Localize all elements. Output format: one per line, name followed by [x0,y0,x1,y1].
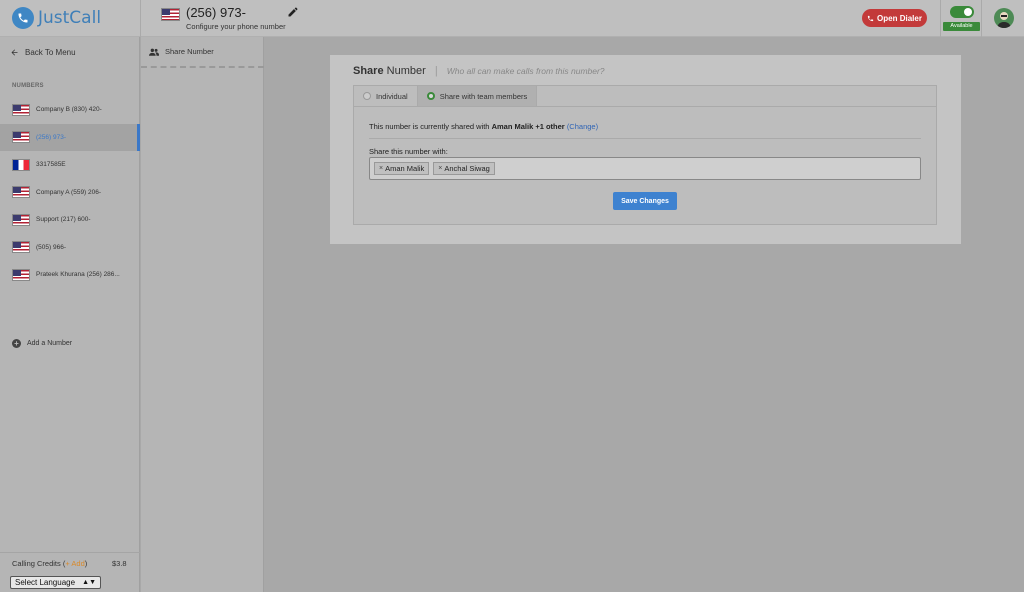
us-flag-icon [12,241,30,254]
card-title-bold: Share [353,65,384,77]
card-title: Share Number | Who all can make calls fr… [353,65,605,77]
member-tag-label: Aman Malik [385,164,425,173]
numbers-section-label: NUMBERS [12,83,44,89]
shared-with-names: Aman Malik +1 other [491,122,565,131]
share-mode-tabs: Individual Share with team members [354,86,936,107]
number-label: Company A (559) 206- [36,188,102,196]
settings-subpanel: Share Number [141,37,264,592]
tab-share-with-team[interactable]: Share with team members [416,86,538,106]
users-icon [149,48,159,56]
arrow-left-icon [11,49,18,56]
number-label: (505) 966- [36,243,66,251]
shared-text: This number is currently shared with [369,122,490,131]
add-number-label: Add a Number [27,340,73,347]
number-label: Support (217) 600- [36,216,91,224]
remove-tag-icon[interactable]: × [379,165,383,172]
numbers-list: Company B (830) 420- (256) 973- 3317585E… [0,96,140,289]
plus-circle-icon: + [12,339,21,348]
card-hint: Who all can make calls from this number? [446,66,605,76]
availability-status: Available [940,0,982,37]
us-flag-icon [12,131,30,144]
us-flag-icon [12,103,30,116]
logo[interactable]: JustCall [12,7,101,29]
tab-share-with-team-label: Share with team members [439,91,528,101]
number-label: 3317585E [36,161,66,169]
credits-label: Calling Credits [12,559,61,568]
back-to-menu-link[interactable]: Back To Menu [10,48,76,57]
change-link[interactable]: (Change) [567,122,598,131]
number-item[interactable]: Prateek Khurana (256) 286... [0,261,140,289]
add-credits-link[interactable]: + Add [65,559,84,568]
open-dialer-button[interactable]: Open Dialer [862,9,927,27]
remove-tag-icon[interactable]: × [438,165,442,172]
us-flag-icon [161,8,180,21]
shared-info-text: This number is currently shared with Ama… [369,122,598,131]
sidebar: Back To Menu NUMBERS Company B (830) 420… [0,37,140,592]
tab-individual[interactable]: Individual [354,86,417,106]
phone-icon [867,15,874,21]
back-to-menu-label: Back To Menu [25,48,76,57]
france-flag-icon [12,158,30,171]
language-select-value: Select Language [15,578,76,587]
radio-individual[interactable] [363,92,371,100]
share-number-card: Share Number | Who all can make calls fr… [330,55,961,244]
divider [140,0,141,37]
edit-pencil-icon[interactable] [287,6,299,18]
member-tag-label: Anchal Siwag [444,164,490,173]
select-arrows-icon: ▲▼ [82,579,96,586]
availability-toggle[interactable] [950,6,974,18]
top-bar: JustCall (256) 973- Configure your phone… [0,0,1024,37]
open-dialer-label: Open Dialer [877,13,922,23]
header-phone-number: (256) 973- [186,5,246,20]
us-flag-icon [12,268,30,281]
share-with-label: Share this number with: [369,147,448,156]
us-flag-icon [12,186,30,199]
header-subtitle: Configure your phone number [186,22,286,31]
tab-individual-label: Individual [376,91,408,101]
title-separator: | [434,65,438,77]
share-with-tag-input[interactable]: × Aman Malik × Anchal Siwag [369,157,921,180]
number-item[interactable]: 3317585E [0,151,140,179]
number-item[interactable]: Company B (830) 420- [0,96,140,124]
phone-logo-icon [12,7,34,29]
credits-value: $3.8 [112,559,127,568]
save-changes-button[interactable]: Save Changes [613,192,677,210]
calling-credits: Calling Credits (+ Add) $3.8 [0,552,140,574]
us-flag-icon [12,213,30,226]
share-number-menu-label: Share Number [165,47,214,56]
number-item[interactable]: Support (217) 600- [0,206,140,234]
language-select[interactable]: Select Language ▲▼ [10,576,101,589]
number-item-selected[interactable]: (256) 973- [0,123,140,151]
member-tag: × Aman Malik [374,162,430,175]
add-number-link[interactable]: + Add a Number [12,339,72,348]
share-options-panel: Individual Share with team members This … [353,85,937,225]
number-item[interactable]: (505) 966- [0,234,140,262]
card-title-rest: Number [386,65,426,77]
avatar[interactable] [994,8,1014,28]
radio-share-with-team[interactable] [426,92,435,100]
available-badge: Available [943,22,980,31]
member-tag: × Anchal Siwag [433,162,495,175]
logo-text: JustCall [38,8,102,28]
number-label: Company B (830) 420- [36,106,102,114]
divider [369,138,921,139]
user-avatar-icon [997,12,1011,28]
number-label: (256) 973- [36,133,66,141]
share-number-menu-item[interactable]: Share Number [141,37,264,68]
credits-label-wrap: Calling Credits (+ Add) [12,559,88,568]
number-item[interactable]: Company A (559) 206- [0,179,140,207]
number-label: Prateek Khurana (256) 286... [36,271,120,279]
